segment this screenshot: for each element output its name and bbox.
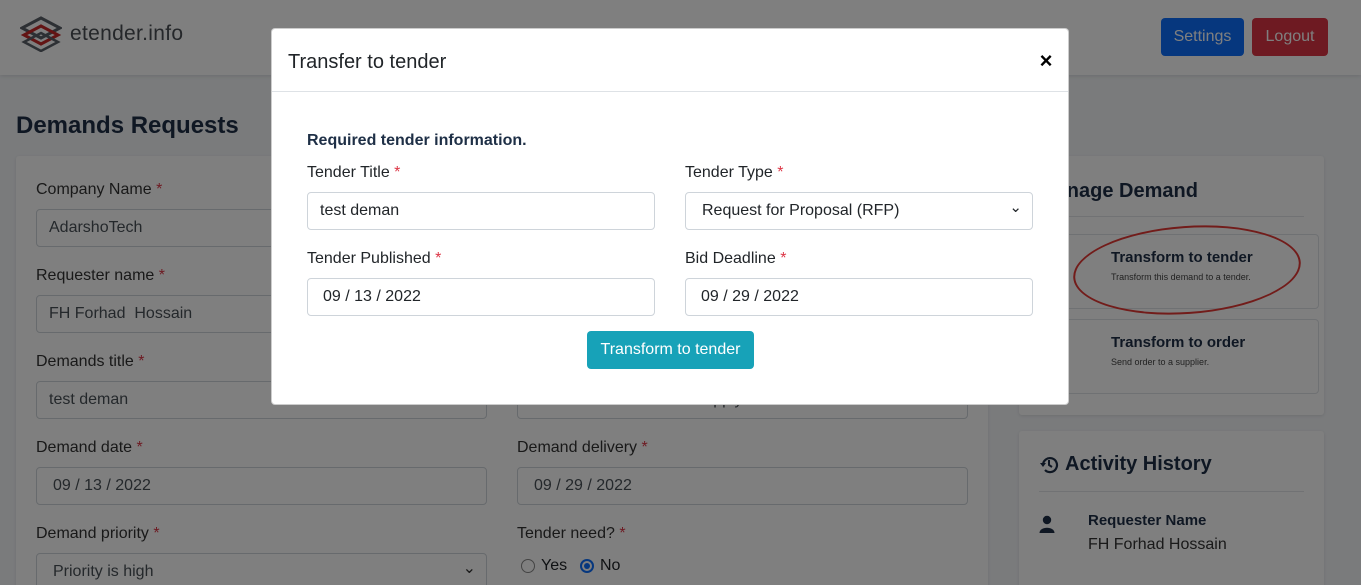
- bid-deadline-date[interactable]: 09 / 29 / 2022: [685, 278, 1033, 316]
- tender-title-input[interactable]: test deman: [307, 192, 655, 230]
- transfer-to-tender-modal: Transfer to tender × Required tender inf…: [271, 28, 1069, 405]
- modal-header: Transfer to tender ×: [272, 29, 1068, 92]
- tender-title-label: Tender Title *: [307, 164, 401, 181]
- tender-type-select[interactable]: Request for Proposal (RFP): [685, 192, 1033, 230]
- transform-to-tender-button[interactable]: Transform to tender: [587, 331, 754, 369]
- tender-published-date[interactable]: 09 / 13 / 2022: [307, 278, 655, 316]
- tender-type-label: Tender Type *: [685, 164, 784, 181]
- section-title: Required tender information.: [307, 132, 527, 149]
- bid-deadline-label: Bid Deadline *: [685, 250, 787, 267]
- tender-published-label: Tender Published *: [307, 250, 442, 267]
- modal-title: Transfer to tender: [288, 51, 447, 73]
- close-icon[interactable]: ×: [1034, 47, 1058, 75]
